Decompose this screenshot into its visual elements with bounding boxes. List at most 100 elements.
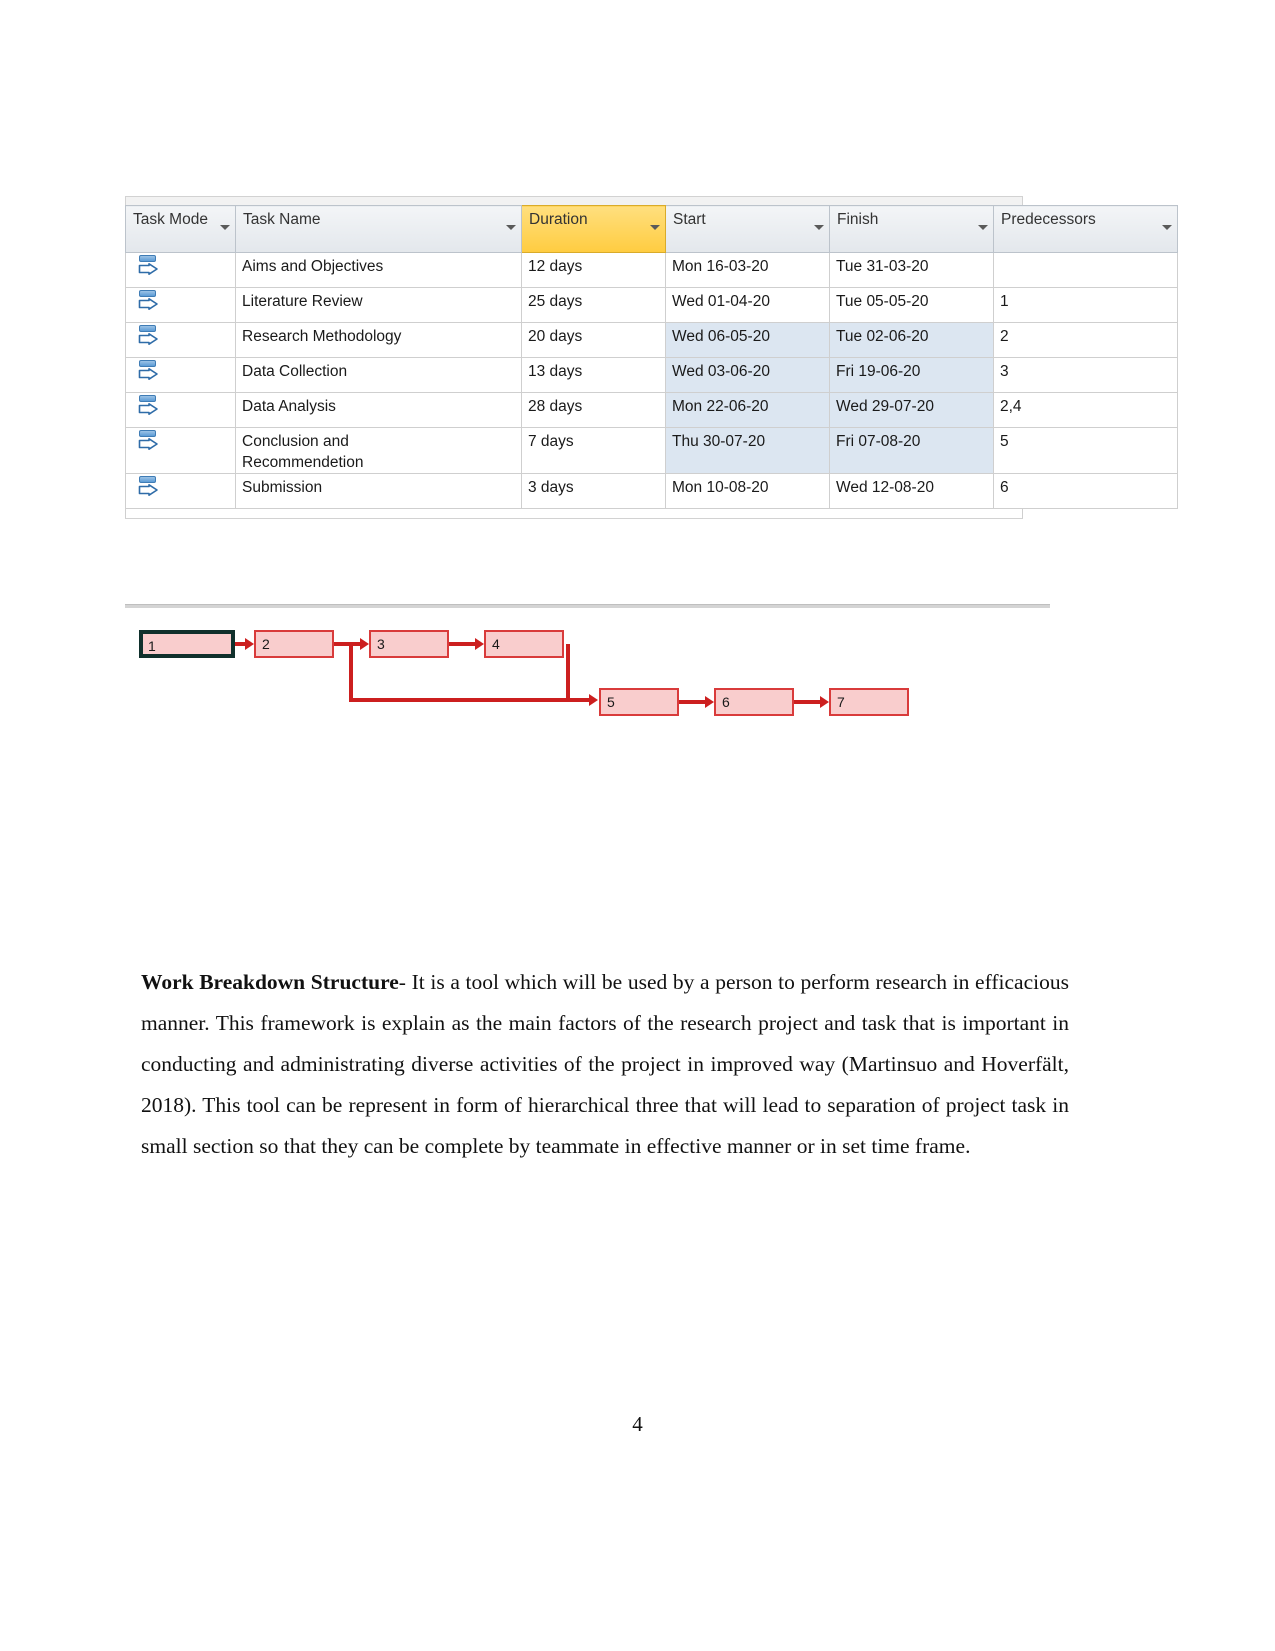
- column-header-predecessors[interactable]: Predecessors: [993, 205, 1178, 253]
- chevron-down-icon[interactable]: [1162, 225, 1172, 230]
- arrowhead-2-3-icon: [360, 638, 369, 650]
- chevron-down-icon[interactable]: [220, 225, 230, 230]
- table-bottom-edge: [125, 509, 1023, 519]
- cell-duration[interactable]: 20 days: [521, 322, 666, 358]
- cell-task-name[interactable]: Data Collection: [235, 357, 522, 393]
- column-header-predecessors-label: Predecessors: [1001, 211, 1096, 228]
- cell-predecessors[interactable]: 3: [993, 357, 1178, 393]
- cell-duration[interactable]: 25 days: [521, 287, 666, 323]
- horizontal-rule: [125, 604, 1050, 608]
- wbs-paragraph: Work Breakdown Structure- It is a tool w…: [141, 962, 1069, 1167]
- cell-finish[interactable]: Tue 31-03-20: [829, 252, 994, 288]
- cell-task-mode[interactable]: [125, 252, 236, 288]
- connector-6-7: [794, 700, 822, 704]
- cell-finish[interactable]: Tue 02-06-20: [829, 322, 994, 358]
- table-row[interactable]: Data Collection 13 days Wed 03-06-20 Fri 19…: [125, 357, 1178, 393]
- connector-2-5-vertical: [349, 644, 353, 701]
- diagram-node-1[interactable]: 1: [139, 630, 235, 658]
- table-row[interactable]: Data Analysis 28 days Mon 22-06-20 Wed 29-0…: [125, 392, 1178, 428]
- diagram-node-3[interactable]: 3: [369, 630, 449, 658]
- arrowhead-3-4-icon: [475, 638, 484, 650]
- table-row[interactable]: Conclusion and Recommendetion 7 days Thu 3…: [125, 427, 1178, 474]
- cell-start[interactable]: Thu 30-07-20: [665, 427, 830, 474]
- diagram-node-2[interactable]: 2: [254, 630, 334, 658]
- chevron-down-icon[interactable]: [650, 225, 660, 230]
- manual-schedule-icon: [138, 255, 160, 281]
- cell-start[interactable]: Wed 06-05-20: [665, 322, 830, 358]
- column-header-start[interactable]: Start: [665, 205, 830, 253]
- cell-predecessors[interactable]: 5: [993, 427, 1178, 474]
- chevron-down-icon[interactable]: [506, 225, 516, 230]
- cell-duration[interactable]: 12 days: [521, 252, 666, 288]
- column-header-duration-label: Duration: [529, 211, 588, 228]
- diagram-node-6[interactable]: 6: [714, 688, 794, 716]
- table-header-row: Task Mode Task Name Duration Start Finis…: [125, 205, 1178, 253]
- cell-duration[interactable]: 28 days: [521, 392, 666, 428]
- cell-task-name[interactable]: Research Methodology: [235, 322, 522, 358]
- cell-start[interactable]: Wed 03-06-20: [665, 357, 830, 393]
- cell-finish[interactable]: Fri 07-08-20: [829, 427, 994, 474]
- column-header-start-label: Start: [673, 211, 706, 228]
- cell-task-name[interactable]: Data Analysis: [235, 392, 522, 428]
- cell-duration[interactable]: 7 days: [521, 427, 666, 474]
- connector-2-5-horizontal: [349, 698, 590, 702]
- diagram-node-2-label: 2: [262, 636, 270, 652]
- cell-task-mode[interactable]: [125, 287, 236, 323]
- column-header-finish-label: Finish: [837, 211, 879, 228]
- diagram-node-5-label: 5: [607, 694, 615, 710]
- cell-duration[interactable]: 13 days: [521, 357, 666, 393]
- cell-task-mode[interactable]: [125, 322, 236, 358]
- network-diagram: 1 2 3 4 5 6 7: [125, 604, 1050, 726]
- arrowhead-5-6-icon: [705, 696, 714, 708]
- cell-start[interactable]: Mon 22-06-20: [665, 392, 830, 428]
- diagram-node-5[interactable]: 5: [599, 688, 679, 716]
- cell-predecessors[interactable]: 1: [993, 287, 1178, 323]
- cell-predecessors[interactable]: 6: [993, 473, 1178, 509]
- cell-finish[interactable]: Tue 05-05-20: [829, 287, 994, 323]
- cell-task-name[interactable]: Literature Review: [235, 287, 522, 323]
- cell-finish[interactable]: Wed 29-07-20: [829, 392, 994, 428]
- table-row[interactable]: Submission 3 days Mon 10-08-20 Wed 12-08-20…: [125, 473, 1178, 509]
- table-row[interactable]: Research Methodology 20 days Wed 06-05-20 T…: [125, 322, 1178, 358]
- cell-task-mode[interactable]: [125, 473, 236, 509]
- chevron-down-icon[interactable]: [814, 225, 824, 230]
- column-header-task-mode[interactable]: Task Mode: [125, 205, 236, 253]
- wbs-body-text: - It is a tool which will be used by a p…: [141, 969, 1069, 1158]
- cell-predecessors[interactable]: 2,4: [993, 392, 1178, 428]
- cell-start[interactable]: Mon 16-03-20: [665, 252, 830, 288]
- connector-5-6: [679, 700, 707, 704]
- column-header-duration[interactable]: Duration: [521, 205, 666, 253]
- cell-predecessors[interactable]: [993, 252, 1178, 288]
- table-row[interactable]: Aims and Objectives 12 days Mon 16-03-20 Tu…: [125, 252, 1178, 288]
- manual-schedule-icon: [138, 290, 160, 316]
- wbs-lead-label: Work Breakdown Structure: [141, 969, 399, 994]
- cell-finish[interactable]: Fri 19-06-20: [829, 357, 994, 393]
- diagram-node-4-label: 4: [492, 636, 500, 652]
- manual-schedule-icon: [138, 360, 160, 386]
- column-header-finish[interactable]: Finish: [829, 205, 994, 253]
- cell-task-name[interactable]: Submission: [235, 473, 522, 509]
- diagram-node-7[interactable]: 7: [829, 688, 909, 716]
- diagram-node-4[interactable]: 4: [484, 630, 564, 658]
- cell-task-name[interactable]: Conclusion and Recommendetion: [235, 427, 522, 474]
- diagram-node-7-label: 7: [837, 694, 845, 710]
- table-row[interactable]: Literature Review 25 days Wed 01-04-20 Tue …: [125, 287, 1178, 323]
- diagram-node-1-label: 1: [148, 638, 156, 654]
- table-top-strip: [125, 196, 1023, 205]
- cell-finish[interactable]: Wed 12-08-20: [829, 473, 994, 509]
- cell-start[interactable]: Mon 10-08-20: [665, 473, 830, 509]
- arrowhead-6-7-icon: [820, 696, 829, 708]
- column-header-task-name[interactable]: Task Name: [235, 205, 522, 253]
- connector-2-3: [334, 642, 362, 646]
- cell-start[interactable]: Wed 01-04-20: [665, 287, 830, 323]
- cell-task-mode[interactable]: [125, 357, 236, 393]
- page-number: 4: [632, 1412, 643, 1436]
- column-header-task-mode-label: Task Mode: [133, 211, 208, 228]
- cell-task-mode[interactable]: [125, 392, 236, 428]
- cell-predecessors[interactable]: 2: [993, 322, 1178, 358]
- cell-task-name[interactable]: Aims and Objectives: [235, 252, 522, 288]
- manual-schedule-icon: [138, 395, 160, 421]
- chevron-down-icon[interactable]: [978, 225, 988, 230]
- cell-task-mode[interactable]: [125, 427, 236, 474]
- cell-duration[interactable]: 3 days: [521, 473, 666, 509]
